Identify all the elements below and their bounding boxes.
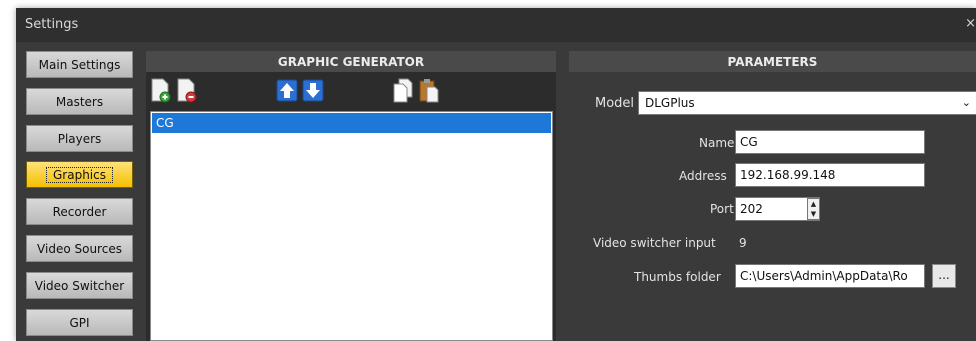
nav-players[interactable]: Players [26, 125, 133, 152]
name-field[interactable]: CG [735, 130, 925, 154]
browse-button[interactable]: ... [932, 264, 956, 288]
name-label: Name [699, 136, 735, 150]
port-spin-buttons[interactable]: ▲ ▼ [807, 198, 820, 220]
spin-up-icon[interactable]: ▲ [808, 199, 819, 209]
chevron-down-icon: ⌄ [961, 96, 971, 109]
model-select[interactable]: DLGPlus ⌄ [638, 91, 976, 115]
nav-video-switcher[interactable]: Video Switcher [26, 272, 133, 299]
spin-down-icon[interactable]: ▼ [808, 209, 819, 219]
close-icon[interactable]: × [965, 16, 976, 31]
list-item-selected[interactable]: CG [152, 113, 551, 133]
graphic-generator-list[interactable]: CG [150, 111, 553, 341]
parameters-panel: PARAMETERS Model DLGPlus ⌄ Name CG Addre… [569, 51, 976, 341]
settings-window: Settings × Main Settings Masters Players… [16, 8, 976, 341]
model-label: Model [595, 96, 635, 111]
window-title: Settings [25, 17, 79, 32]
paste-icon[interactable] [418, 78, 440, 103]
graphic-generator-header: GRAPHIC GENERATOR [146, 51, 556, 72]
parameters-header: PARAMETERS [569, 51, 976, 72]
nav-video-sources[interactable]: Video Sources [26, 235, 133, 262]
title-bar[interactable]: Settings × [16, 8, 976, 42]
nav-gpi[interactable]: GPI [26, 309, 133, 336]
address-label: Address [679, 169, 727, 183]
nav-graphics[interactable]: Graphics [26, 161, 133, 188]
nav-main-settings[interactable]: Main Settings [26, 51, 133, 78]
move-up-icon[interactable] [276, 78, 298, 103]
nav-masters[interactable]: Masters [26, 88, 133, 115]
remove-icon[interactable] [176, 78, 198, 103]
nav-recorder[interactable]: Recorder [26, 198, 133, 225]
video-switcher-input-label: Video switcher input [593, 236, 716, 250]
move-down-icon[interactable] [302, 78, 324, 103]
add-icon[interactable] [150, 78, 172, 103]
thumbs-folder-field[interactable]: C:\Users\Admin\AppData\Ro [735, 264, 925, 288]
thumbs-folder-label: Thumbs folder [634, 270, 721, 284]
port-label: Port [710, 202, 734, 216]
video-switcher-input-value: 9 [739, 236, 747, 250]
copy-icon[interactable] [392, 78, 414, 103]
graphic-generator-panel: GRAPHIC GENERATOR CG [146, 51, 556, 341]
address-field[interactable]: 192.168.99.148 [735, 163, 925, 187]
